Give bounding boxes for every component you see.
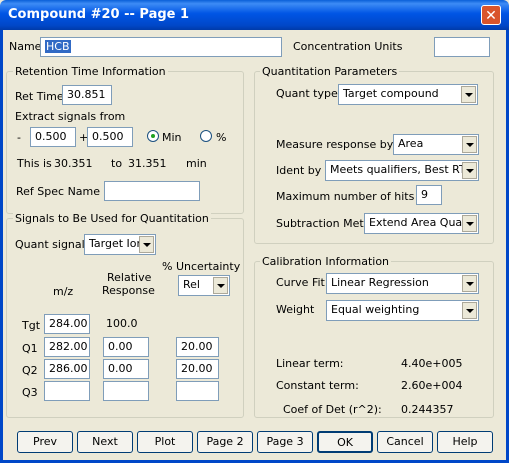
relative-header: Relative xyxy=(107,271,152,284)
measure-response-select[interactable]: Area xyxy=(393,134,479,155)
uncertainty-value: Rel xyxy=(183,278,200,291)
min-unit-label: min xyxy=(186,157,207,170)
close-button[interactable]: ✕ xyxy=(481,5,501,25)
constant-term-label: Constant term: xyxy=(276,379,359,392)
row-label-q3: Q3 xyxy=(22,386,38,399)
retention-time-group-title: Retention Time Information xyxy=(13,65,168,78)
linear-term-value: 4.40e+005 xyxy=(401,357,463,370)
constant-term-value: 2.60e+004 xyxy=(401,379,463,392)
name-input[interactable]: HCB xyxy=(40,37,282,57)
uncertainty-select[interactable]: Rel xyxy=(178,275,230,296)
q1-response-input[interactable]: 0.00 xyxy=(103,337,149,357)
mz-header: m/z xyxy=(53,285,74,298)
help-button[interactable]: Help xyxy=(437,431,493,453)
curve-fit-value: Linear Regression xyxy=(331,276,429,289)
plot-button[interactable]: Plot xyxy=(137,431,193,453)
next-button[interactable]: Next xyxy=(77,431,133,453)
measure-response-value: Area xyxy=(398,137,424,150)
quant-type-label: Quant type xyxy=(276,87,338,100)
min-radio-label: Min xyxy=(162,131,182,144)
prev-button[interactable]: Prev xyxy=(17,431,73,453)
weight-label: Weight xyxy=(276,303,315,316)
chevron-down-icon xyxy=(462,162,477,179)
chevron-down-icon xyxy=(139,236,154,253)
window-title: Compound #20 -- Page 1 xyxy=(8,7,190,22)
linear-term-label: Linear term: xyxy=(276,357,344,370)
chevron-down-icon xyxy=(462,302,477,319)
q2-mz-input[interactable]: 286.00 xyxy=(44,359,90,379)
quant-signal-value: Target Ion xyxy=(89,237,144,250)
quant-signal-label: Quant signal xyxy=(15,238,85,251)
signals-group-title: Signals to Be Used for Quantitation xyxy=(13,212,211,225)
ref-spec-name-label: Ref Spec Name xyxy=(16,185,101,198)
coef-of-det-label: Coef of Det (r^2): xyxy=(283,403,382,416)
weight-select[interactable]: Equal weighting xyxy=(326,300,479,321)
response-header: Response xyxy=(102,284,155,297)
curve-fit-label: Curve Fit xyxy=(276,276,325,289)
weight-value: Equal weighting xyxy=(331,303,420,316)
calibration-group-title: Calibration Information xyxy=(260,255,392,268)
q1-mz-input[interactable]: 282.00 xyxy=(44,337,90,357)
row-label-tgt: Tgt xyxy=(22,319,41,332)
ret-time-label: Ret Time xyxy=(15,90,64,103)
subtraction-method-label: Subtraction Meth. xyxy=(276,217,375,230)
q3-uncertainty-input[interactable] xyxy=(176,381,219,401)
chevron-down-icon xyxy=(213,277,228,294)
this-is-label: This is xyxy=(17,157,52,170)
concentration-units-label: Concentration Units xyxy=(293,40,403,53)
name-value: HCB xyxy=(45,40,71,53)
name-label: Name xyxy=(9,40,42,53)
plus-input[interactable]: 0.500 xyxy=(87,127,133,147)
row-label-q2: Q2 xyxy=(22,364,38,377)
ref-spec-name-input[interactable] xyxy=(104,181,200,201)
quant-type-select[interactable]: Target compound xyxy=(338,84,478,105)
tgt-mz-input[interactable]: 284.00 xyxy=(44,314,90,334)
percent-radio[interactable] xyxy=(200,130,212,142)
minus-label: - xyxy=(17,131,21,144)
curve-fit-select[interactable]: Linear Regression xyxy=(326,273,479,294)
min-radio[interactable] xyxy=(147,130,159,142)
quant-type-value: Target compound xyxy=(343,87,439,100)
window-from-value: 30.351 xyxy=(54,157,93,170)
max-hits-label: Maximum number of hits xyxy=(276,190,415,203)
q2-response-input[interactable]: 0.00 xyxy=(103,359,149,379)
chevron-down-icon xyxy=(462,215,477,232)
ret-time-input[interactable]: 30.851 xyxy=(62,85,112,105)
measure-response-label: Measure response by xyxy=(276,138,394,151)
page-3-button[interactable]: Page 3 xyxy=(257,431,313,453)
chevron-down-icon xyxy=(462,275,477,292)
percent-uncertainty-label: % Uncertainty xyxy=(162,260,241,273)
ok-button[interactable]: OK xyxy=(317,431,373,453)
ident-by-label: Ident by xyxy=(276,164,322,177)
quant-signal-select[interactable]: Target Ion xyxy=(84,234,156,255)
q3-mz-input[interactable] xyxy=(44,381,90,401)
to-label: to xyxy=(111,157,123,170)
ident-by-value: Meets qualifiers, Best RT xyxy=(330,163,466,176)
page-2-button[interactable]: Page 2 xyxy=(197,431,253,453)
cancel-button[interactable]: Cancel xyxy=(377,431,433,453)
chevron-down-icon xyxy=(461,86,476,103)
subtraction-method-value: Extend Area Quant xyxy=(369,216,474,229)
concentration-units-input[interactable] xyxy=(434,37,490,57)
percent-radio-label: % xyxy=(216,131,227,144)
coef-of-det-value: 0.244357 xyxy=(401,403,454,416)
chevron-down-icon xyxy=(462,136,477,153)
minus-input[interactable]: 0.500 xyxy=(30,127,76,147)
window-to-value: 31.351 xyxy=(128,157,167,170)
tgt-response-value: 100.0 xyxy=(106,317,138,330)
q3-response-input[interactable] xyxy=(103,381,149,401)
quantitation-parameters-title: Quantitation Parameters xyxy=(260,65,400,78)
ident-by-select[interactable]: Meets qualifiers, Best RT xyxy=(325,160,479,181)
q1-uncertainty-input[interactable]: 20.00 xyxy=(176,337,219,357)
max-hits-input[interactable]: 9 xyxy=(416,185,442,205)
q2-uncertainty-input[interactable]: 20.00 xyxy=(176,359,219,379)
row-label-q1: Q1 xyxy=(22,342,38,355)
extract-signals-label: Extract signals from xyxy=(15,110,126,123)
subtraction-method-select[interactable]: Extend Area Quant xyxy=(364,213,479,234)
